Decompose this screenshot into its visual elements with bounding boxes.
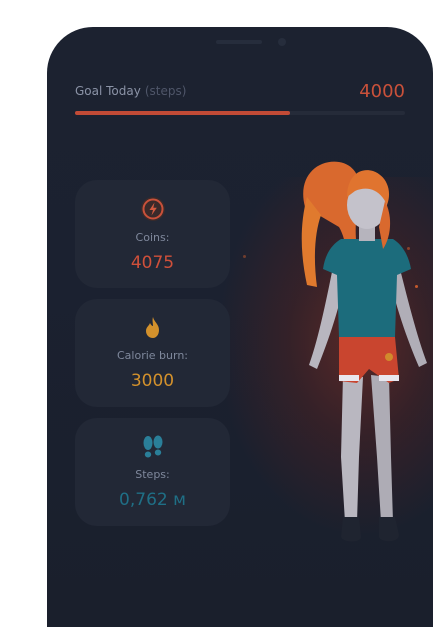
goal-value: 4000 xyxy=(359,81,405,102)
goal-progress-fill xyxy=(75,111,290,115)
steps-card[interactable]: Steps: 0,762 м xyxy=(75,418,230,526)
coins-card[interactable]: Coins: 4075 xyxy=(75,180,230,288)
goal-label-text: Goal Today xyxy=(75,84,141,98)
steps-value: 0,762 м xyxy=(119,490,186,510)
coins-label: Coins: xyxy=(135,231,170,244)
calorie-value: 3000 xyxy=(130,371,175,391)
footprints-icon xyxy=(143,435,162,458)
avatar-character xyxy=(301,161,427,542)
phone-screen: Goal Today (steps) 4000 Coins: 4075 Calor… xyxy=(47,27,433,627)
sparkle-dot xyxy=(243,255,246,258)
calorie-label: Calorie burn: xyxy=(116,349,188,362)
coins-value: 4075 xyxy=(130,253,175,273)
goal-title: Goal Today (steps) xyxy=(75,84,186,98)
calorie-card[interactable]: Calorie burn: 3000 xyxy=(75,299,230,407)
coin-icon xyxy=(140,197,165,221)
front-camera xyxy=(278,38,286,46)
goal-progress-bar xyxy=(75,111,405,115)
flame-icon xyxy=(145,317,159,338)
speaker-grille xyxy=(216,40,262,44)
steps-label: Steps: xyxy=(135,468,170,481)
goal-unit: (steps) xyxy=(144,84,187,98)
